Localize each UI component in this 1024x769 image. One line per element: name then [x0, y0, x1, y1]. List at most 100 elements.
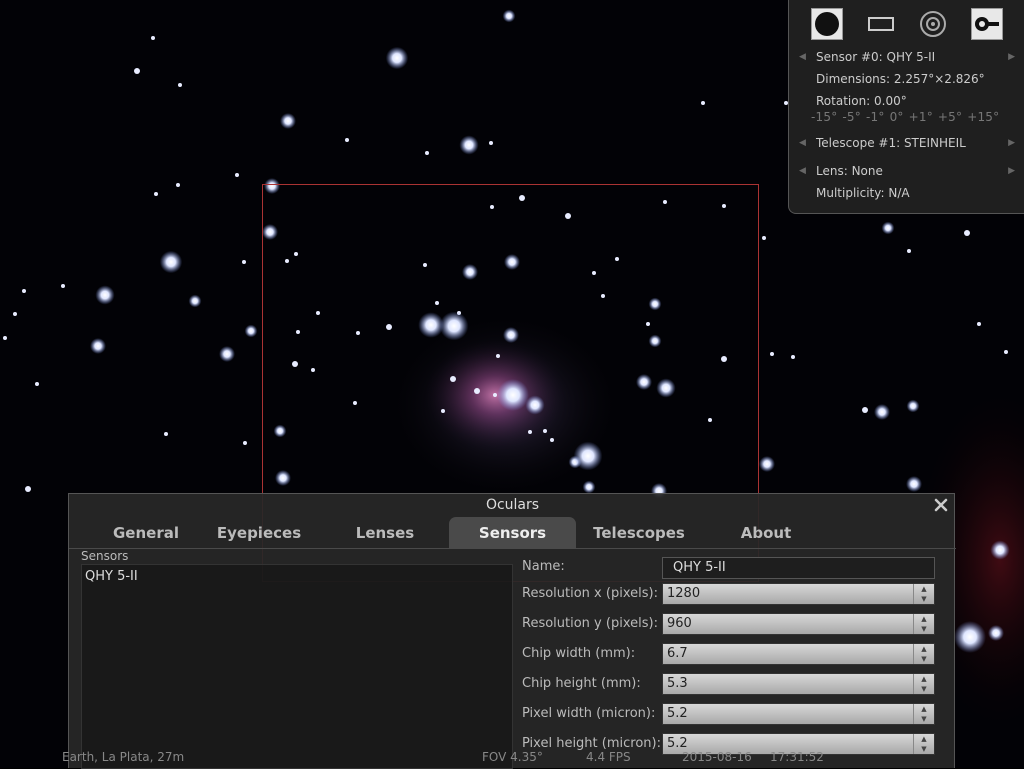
star — [496, 354, 500, 358]
rotate-plus-5-button[interactable]: +5° — [938, 110, 962, 124]
star — [881, 221, 895, 235]
star — [450, 376, 456, 382]
rotate-minus-5-button[interactable]: -5° — [842, 110, 861, 124]
star — [592, 271, 596, 275]
star — [35, 382, 39, 386]
star — [770, 352, 774, 356]
star — [316, 311, 320, 315]
telrad-rectangle-icon[interactable] — [865, 8, 897, 40]
tab-lenses[interactable]: Lenses — [330, 517, 440, 549]
star — [385, 46, 409, 70]
star — [504, 254, 520, 270]
star — [964, 230, 970, 236]
resolution-y-value: 960 — [667, 616, 692, 631]
chip-width-stepper: ▲ ▼ — [913, 644, 934, 664]
sensor-row: ◀ Sensor #0: QHY 5-II ▶ — [789, 48, 1024, 66]
star — [663, 200, 667, 204]
star — [345, 138, 349, 142]
ocular-configuration-icon[interactable] — [971, 8, 1003, 40]
star — [242, 260, 246, 264]
star — [636, 374, 652, 390]
tab-divider — [69, 548, 956, 549]
rotate-reset-button[interactable]: 0° — [890, 110, 904, 124]
chip-height-value: 5.3 — [667, 676, 688, 691]
star — [353, 401, 357, 405]
star — [164, 432, 168, 436]
spin-up-icon[interactable]: ▲ — [914, 704, 934, 714]
tab-eyepieces[interactable]: Eyepieces — [203, 517, 315, 549]
star — [573, 441, 603, 471]
spin-down-icon[interactable]: ▼ — [914, 654, 934, 664]
tab-about[interactable]: About — [711, 517, 821, 549]
spin-up-icon[interactable]: ▲ — [914, 674, 934, 684]
sensor-name-field[interactable]: QHY 5-II — [662, 557, 935, 579]
pixel-width-value: 5.2 — [667, 706, 688, 721]
resolution-x-label: Resolution x (pixels): — [522, 586, 658, 601]
sensors-list-label: Sensors — [81, 549, 129, 563]
star — [280, 113, 296, 129]
resolution-y-label: Resolution y (pixels): — [522, 616, 658, 631]
star — [977, 322, 981, 326]
eyepiece-target-icon[interactable] — [917, 8, 949, 40]
pixel-width-spinbox[interactable]: 5.2 ▲ ▼ — [662, 703, 935, 725]
star — [311, 368, 315, 372]
previous-telescope-arrow-icon[interactable]: ◀ — [799, 134, 806, 152]
previous-sensor-arrow-icon[interactable]: ◀ — [799, 48, 806, 66]
spin-down-icon[interactable]: ▼ — [914, 624, 934, 634]
tab-general[interactable]: General — [86, 517, 206, 549]
close-icon[interactable] — [932, 496, 950, 514]
star — [285, 259, 289, 263]
tab-bar: General Eyepieces Lenses Sensors Telesco… — [69, 514, 956, 549]
star — [721, 356, 727, 362]
resolution-x-spinbox[interactable]: 1280 ▲ ▼ — [662, 583, 935, 605]
spin-up-icon[interactable]: ▲ — [914, 644, 934, 654]
chip-width-spinbox[interactable]: 6.7 ▲ ▼ — [662, 643, 935, 665]
previous-lens-arrow-icon[interactable]: ◀ — [799, 162, 806, 180]
list-item[interactable]: QHY 5-II — [82, 565, 512, 588]
star — [425, 151, 429, 155]
rotation-step-buttons: -15° -5° -1° 0° +1° +5° +15° — [811, 110, 1004, 124]
next-sensor-arrow-icon[interactable]: ▶ — [1008, 48, 1015, 66]
star — [990, 540, 1010, 560]
next-telescope-arrow-icon[interactable]: ▶ — [1008, 134, 1015, 152]
pixel-width-label: Pixel width (micron): — [522, 706, 656, 721]
location-status: Earth, La Plata, 27m — [62, 750, 185, 764]
star — [356, 331, 360, 335]
star — [462, 264, 478, 280]
chip-height-label: Chip height (mm): — [522, 676, 641, 691]
spin-down-icon[interactable]: ▼ — [914, 684, 934, 694]
rotate-minus-1-button[interactable]: -1° — [866, 110, 885, 124]
fov-status: FOV 4.35° — [482, 750, 543, 764]
resolution-y-spinbox[interactable]: 960 ▲ ▼ — [662, 613, 935, 635]
spin-up-icon[interactable]: ▲ — [914, 734, 934, 744]
pixel-width-stepper: ▲ ▼ — [913, 704, 934, 724]
chip-height-spinbox[interactable]: 5.3 ▲ ▼ — [662, 673, 935, 695]
next-lens-arrow-icon[interactable]: ▶ — [1008, 162, 1015, 180]
star — [459, 135, 479, 155]
star — [178, 83, 182, 87]
star — [988, 625, 1004, 641]
rotate-minus-15-button[interactable]: -15° — [811, 110, 837, 124]
ccd-sensor-view-icon[interactable] — [811, 8, 843, 40]
star — [646, 322, 650, 326]
spin-up-icon[interactable]: ▲ — [914, 614, 934, 624]
star — [294, 252, 298, 256]
tab-telescopes[interactable]: Telescopes — [583, 517, 695, 549]
star — [151, 36, 155, 40]
star — [95, 285, 115, 305]
star — [759, 456, 775, 472]
chip-height-stepper: ▲ ▼ — [913, 674, 934, 694]
star — [243, 441, 247, 445]
spin-down-icon[interactable]: ▼ — [914, 594, 934, 604]
star — [22, 289, 26, 293]
rotate-plus-1-button[interactable]: +1° — [909, 110, 933, 124]
spin-down-icon[interactable]: ▼ — [914, 714, 934, 724]
rotate-plus-15-button[interactable]: +15° — [967, 110, 999, 124]
star — [423, 263, 427, 267]
star — [439, 311, 469, 341]
tab-sensors[interactable]: Sensors — [449, 517, 576, 549]
resolution-y-stepper: ▲ ▼ — [913, 614, 934, 634]
sensors-list[interactable]: QHY 5-II — [81, 564, 513, 769]
spin-up-icon[interactable]: ▲ — [914, 584, 934, 594]
star — [3, 336, 7, 340]
